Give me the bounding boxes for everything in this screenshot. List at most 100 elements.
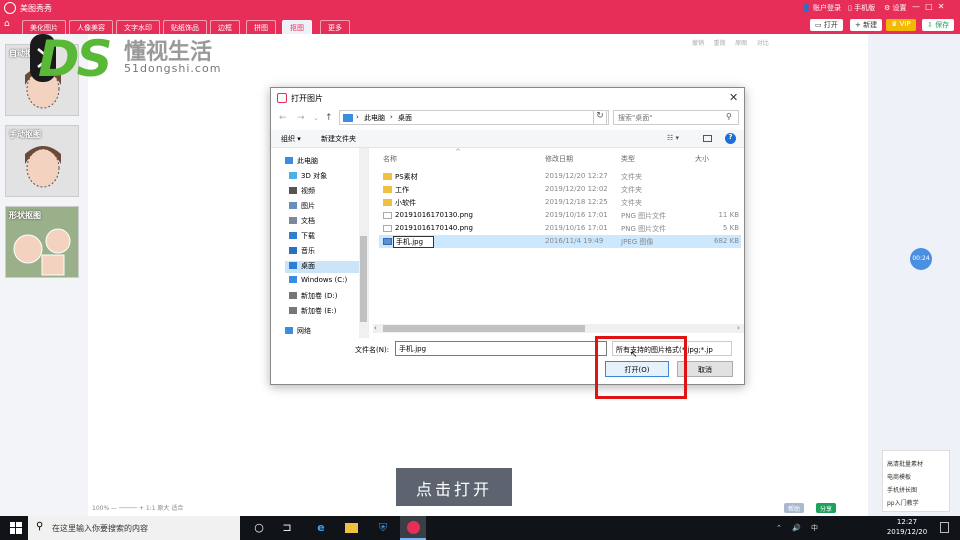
clock-time: 12:27 [896, 518, 918, 526]
column-header-type[interactable]: 类型 [621, 154, 635, 164]
back-arrow-icon[interactable]: ← [279, 113, 287, 123]
rename-field[interactable]: 手机.jpg [393, 236, 435, 248]
search-input[interactable] [614, 111, 724, 124]
edge-icon[interactable]: e [308, 516, 334, 540]
zoom-controls[interactable]: 100% — ───── + 1:1 原大 适合 [92, 503, 183, 512]
nav-item-this-pc[interactable]: 此电脑 [285, 156, 318, 168]
file-row[interactable]: 小软件 2019/12/18 12:25 文件夹 [379, 196, 741, 209]
account-login-link[interactable]: 👤 账户登录 [802, 3, 841, 13]
maximize-icon[interactable]: □ [925, 2, 933, 11]
scroll-right-icon[interactable]: › [737, 324, 740, 332]
sort-caret-icon: ^ [455, 148, 461, 156]
taskbar-search[interactable]: ⚲ 在这里输入你要搜索的内容 [28, 516, 240, 540]
file-row[interactable]: 工作 2019/12/20 12:02 文件夹 [379, 183, 741, 196]
history-dropdown-icon[interactable]: ⌄ [313, 114, 319, 122]
organize-menu[interactable]: 组织 ▾ [281, 134, 301, 144]
manual-cutout-card[interactable]: 手动抠图 [5, 125, 79, 197]
notification-center-icon[interactable] [940, 522, 949, 533]
cutout-mode-panel: 自动抠图 手动抠图 形状抠图 [0, 34, 88, 516]
mobile-version-link[interactable]: ▯ 手机版 [848, 3, 875, 13]
system-tray[interactable]: ⌃ 🔊 中 [776, 523, 822, 533]
nav-item-drive-e[interactable]: 新加卷 (E:) [289, 306, 336, 318]
share-button[interactable]: 分享 [816, 503, 837, 513]
window-controls: — □ ✕ [912, 2, 944, 11]
explorer-icon[interactable] [338, 516, 364, 540]
filename-field[interactable]: ⌄ [395, 341, 607, 356]
tab-text[interactable]: 文字水印 [116, 20, 160, 34]
minimize-icon[interactable]: — [912, 2, 920, 11]
compare-button[interactable]: 对比 [757, 40, 769, 47]
vip-button[interactable]: ♛ VIP [886, 19, 916, 31]
undo-button[interactable]: 撤销 [692, 40, 704, 47]
file-row[interactable]: 20191016170140.png 2019/10/16 17:01 PNG … [379, 222, 741, 235]
tab-cutout[interactable]: 抠图 [282, 20, 312, 34]
redo-button[interactable]: 重做 [714, 40, 726, 47]
file-list-scrollbar[interactable]: ‹ › [373, 324, 744, 333]
nav-item-music[interactable]: 音乐 [289, 246, 315, 258]
filename-input[interactable] [396, 342, 586, 355]
file-rows: PS素材 2019/12/20 12:27 文件夹 工作 2019/12/20 … [373, 170, 744, 260]
column-header-name[interactable]: 名称 [383, 154, 397, 164]
task-view-icon[interactable]: ⊐ [274, 516, 300, 540]
column-header-size[interactable]: 大小 [695, 154, 709, 164]
nav-item-pictures[interactable]: 图片 [289, 201, 315, 213]
nav-item-label: 此电脑 [297, 157, 318, 165]
refresh-icon[interactable]: ↻ [593, 110, 607, 125]
nav-pane-scroll-thumb[interactable] [360, 236, 367, 322]
nav-item-downloads[interactable]: 下载 [289, 231, 315, 243]
up-arrow-icon[interactable]: ↑ [325, 113, 333, 123]
file-row[interactable]: PS素材 2019/12/20 12:27 文件夹 [379, 170, 741, 183]
file-row-selected[interactable]: 手机.jpg 2016/11/4 19:49 JPEG 图像 682 KB [379, 235, 741, 248]
popup-item[interactable]: 手机拼长图 [887, 485, 917, 494]
open-file-button[interactable]: ▭ 打开 [810, 19, 843, 31]
file-row[interactable]: 20191016170130.png 2019/10/16 17:01 PNG … [379, 209, 741, 222]
scroll-left-icon[interactable]: ‹ [374, 324, 377, 332]
settings-link[interactable]: ⚙ 设置 [884, 3, 907, 13]
popup-item[interactable]: 电商模板 [887, 472, 911, 481]
pc-folder-icon [343, 114, 353, 122]
breadcrumb-desktop[interactable]: 桌面 [398, 113, 412, 123]
shape-cutout-card[interactable]: 形状抠图 [5, 206, 79, 278]
close-icon[interactable]: ✕ [938, 2, 945, 11]
nav-item-drive-c[interactable]: Windows (C:) [289, 276, 347, 288]
nav-item-drive-d[interactable]: 新加卷 (D:) [289, 291, 337, 303]
meitu-logo-icon [4, 2, 16, 14]
nav-pane-scrollbar[interactable] [359, 148, 368, 338]
tab-border[interactable]: 边框 [210, 20, 240, 34]
windows-start-icon[interactable] [10, 522, 22, 534]
save-button[interactable]: ⇩ 保存 [922, 19, 955, 31]
column-header-date[interactable]: 修改日期 [545, 154, 573, 164]
file-list-scroll-thumb[interactable] [383, 325, 585, 332]
nav-item-network[interactable]: 网络 [285, 326, 311, 336]
nav-item-3d-objects[interactable]: 3D 对象 [289, 171, 327, 183]
folder-icon [344, 523, 358, 533]
popup-item[interactable]: pp入门教学 [887, 498, 919, 507]
preview-pane-icon[interactable] [703, 135, 712, 142]
nav-item-desktop[interactable]: 桌面 [285, 261, 359, 273]
cortana-icon[interactable]: ○ [246, 516, 272, 540]
view-menu-icon[interactable]: ☷ ▾ [667, 134, 679, 142]
popup-item[interactable]: 高清批量素材 [887, 459, 923, 468]
clock[interactable]: 12:27 2019/12/20 [884, 517, 930, 537]
nav-item-documents[interactable]: 文档 [289, 216, 315, 228]
new-folder-button[interactable]: 新建文件夹 [321, 134, 356, 144]
help-button[interactable]: 帮助 [784, 503, 805, 513]
right-strip [868, 34, 960, 516]
new-file-button[interactable]: + 新建 [850, 19, 883, 31]
tab-more[interactable]: 更多 [320, 20, 350, 34]
help-icon[interactable]: ? [725, 133, 736, 144]
timer-badge[interactable]: 00:24 [910, 248, 932, 270]
security-shield-icon[interactable]: ⛨ [370, 516, 396, 540]
forward-arrow-icon[interactable]: → [297, 113, 305, 123]
meitu-taskbar-icon[interactable] [400, 516, 426, 540]
breadcrumb-this-pc[interactable]: 此电脑 [364, 113, 385, 123]
tab-stickers[interactable]: 贴纸饰品 [163, 20, 207, 34]
original-button[interactable]: 原图 [735, 40, 747, 47]
close-icon[interactable]: ✕ [729, 91, 738, 104]
search-box[interactable]: ⚲ [613, 110, 739, 125]
computer-icon [285, 157, 293, 164]
nav-item-videos[interactable]: 视频 [289, 186, 315, 198]
home-icon[interactable]: ⌂ [4, 19, 10, 29]
tab-collage[interactable]: 拼图 [246, 20, 276, 34]
address-bar[interactable]: › 此电脑 › 桌面 ⌄ [339, 110, 658, 125]
